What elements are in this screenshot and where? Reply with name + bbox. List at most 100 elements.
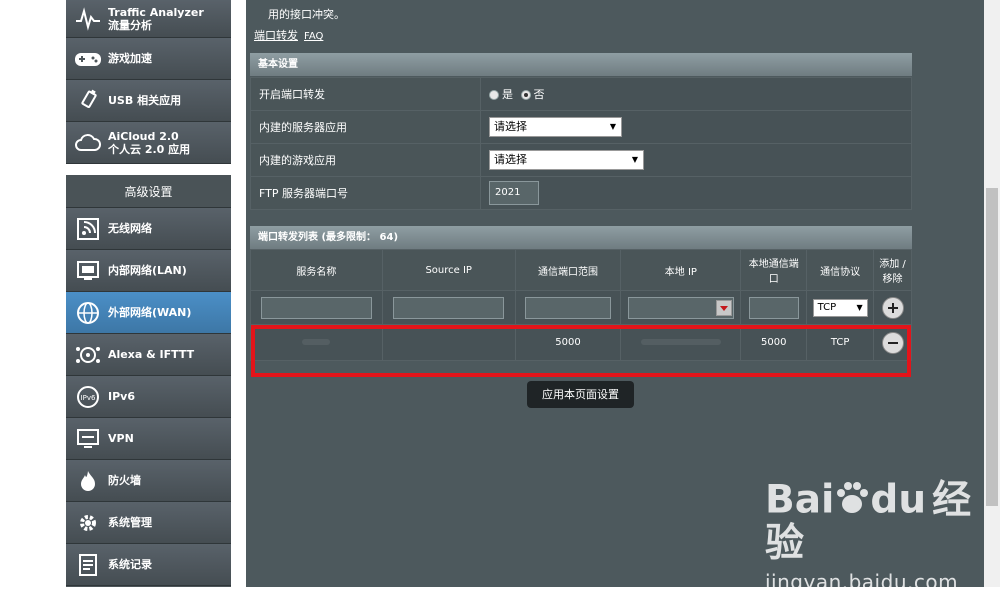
scrollbar-thumb[interactable]: [986, 188, 998, 506]
game-app-label: 内建的游戏应用: [250, 143, 481, 177]
local-port-cell: 5000: [740, 324, 808, 361]
apply-settings-button[interactable]: 应用本页面设置: [527, 381, 634, 408]
menu-item-system-log[interactable]: 系统记录: [66, 544, 231, 586]
general-menu: Traffic Analyzer 流量分析 游戏加速 USB 相关应用 AiCl…: [66, 0, 231, 164]
ftp-port-label: FTP 服务器端口号: [250, 176, 481, 210]
menu-item-vpn[interactable]: VPN: [66, 418, 231, 460]
dropdown-arrow-icon: ▼: [856, 302, 863, 312]
game-app-select[interactable]: 请选择 ▼: [489, 150, 644, 170]
menu-sublabel: 流量分析: [108, 18, 152, 32]
menu-label: VPN: [108, 432, 134, 445]
local-ip-blurred: [640, 339, 721, 345]
list-header-row: 服务名称 Source IP 通信端口范围 本地 IP 本地通信端口 通信协议 …: [250, 249, 912, 291]
menu-label: AiCloud 2.0: [108, 129, 179, 143]
col-local-port: 本地通信端口: [740, 249, 808, 291]
ftp-port-row: FTP 服务器端口号 2021: [250, 176, 912, 210]
menu-item-wan[interactable]: 外部网络(WAN): [66, 292, 231, 334]
intro-text: 用的接口冲突。: [268, 8, 345, 21]
advanced-settings-header: 高级设置: [66, 175, 231, 208]
col-protocol: 通信协议: [806, 249, 875, 291]
col-source-ip: Source IP: [381, 249, 516, 291]
menu-item-firewall[interactable]: 防火墙: [66, 460, 231, 502]
svg-text:IPv6: IPv6: [81, 394, 96, 402]
source-ip-input[interactable]: [393, 296, 505, 319]
menu-item-aicloud[interactable]: AiCloud 2.0 个人云 2.0 应用: [66, 122, 231, 164]
menu-label: 内部网络(LAN): [108, 264, 187, 277]
sidebar: Traffic Analyzer 流量分析 游戏加速 USB 相关应用 AiCl…: [0, 0, 248, 587]
menu-label: 游戏加速: [108, 52, 152, 65]
radio-no-label: 否: [533, 88, 545, 101]
menu-label: 防火墙: [108, 474, 141, 487]
ftp-port-input[interactable]: 2021: [489, 181, 539, 205]
service-name-input[interactable]: [260, 296, 372, 319]
radio-yes-label: 是: [502, 88, 513, 101]
menu-label: Alexa & IFTTT: [108, 348, 195, 361]
menu-item-system-admin[interactable]: 系统管理: [66, 502, 231, 544]
server-app-value: 请选择: [494, 120, 527, 133]
protocol-value: TCP: [817, 301, 837, 313]
port-forwarding-list-table: 服务名称 Source IP 通信端口范围 本地 IP 本地通信端口 通信协议 …: [250, 249, 912, 361]
local-ip-dropdown-icon[interactable]: [715, 299, 732, 316]
menu-item-traffic-analyzer[interactable]: Traffic Analyzer 流量分析: [66, 0, 231, 38]
faq-link-text[interactable]: 端口转发: [254, 29, 298, 42]
new-rule-row: TCP ▼: [250, 290, 912, 325]
menu-item-game-boost[interactable]: 游戏加速: [66, 38, 231, 80]
menu-item-usb[interactable]: USB 相关应用: [66, 80, 231, 122]
menu-label: IPv6: [108, 390, 135, 403]
radio-no-button[interactable]: [520, 90, 531, 100]
col-port-range: 通信端口范围: [514, 249, 622, 291]
table-row: 5000 5000 TCP: [250, 324, 912, 361]
system-admin-icon: [73, 508, 103, 538]
local-ip-combo[interactable]: [627, 296, 734, 319]
port-range-cell: 5000: [514, 324, 622, 361]
dropdown-arrow-icon: ▼: [609, 122, 616, 131]
game-app-value: 请选择: [494, 153, 527, 166]
menu-item-alexa-ifttt[interactable]: Alexa & IFTTT: [66, 334, 231, 376]
protocol-cell: TCP: [806, 324, 875, 361]
port-forwarding-list-header: 端口转发列表 (最多限制： 64): [250, 226, 912, 249]
vpn-icon: [73, 424, 103, 454]
main-panel: 用的接口冲突。 端口转发 FAQ 基本设置 开启端口转发 是 否 内建的服务器应用…: [246, 0, 984, 587]
page-scrollbar[interactable]: [984, 0, 1000, 587]
alexa-ifttt-icon: [73, 340, 103, 370]
menu-item-wireless[interactable]: 无线网络: [66, 208, 231, 250]
basic-settings-header: 基本设置: [250, 53, 912, 76]
menu-item-ipv6[interactable]: IPv6 IPv6: [66, 376, 231, 418]
local-port-input[interactable]: [748, 296, 799, 319]
menu-item-lan[interactable]: 内部网络(LAN): [66, 250, 231, 292]
radio-yes-button[interactable]: [489, 90, 499, 100]
menu-label: USB 相关应用: [108, 94, 182, 107]
menu-label: 无线网络: [108, 222, 152, 235]
port-range-input[interactable]: [525, 296, 612, 319]
gamepad-icon: [73, 44, 103, 74]
system-log-icon: [73, 550, 103, 580]
menu-label: 外部网络(WAN): [108, 306, 192, 319]
wireless-icon: [73, 214, 103, 244]
menu-label: Traffic Analyzer: [108, 5, 204, 19]
radio-no[interactable]: 否: [520, 88, 545, 101]
menu-label: 系统管理: [108, 516, 152, 529]
col-service-name: 服务名称: [250, 249, 383, 291]
radio-yes[interactable]: 是: [489, 88, 513, 101]
source-ip-cell: [381, 324, 516, 361]
game-app-row: 内建的游戏应用 请选择 ▼: [250, 143, 912, 177]
server-app-select[interactable]: 请选择 ▼: [489, 117, 622, 137]
server-app-row: 内建的服务器应用 请选择 ▼: [250, 110, 912, 144]
advanced-menu: 高级设置 无线网络 内部网络(LAN) 外部网络(WAN) Alexa & IF…: [66, 175, 231, 587]
globe-icon: [73, 298, 103, 328]
enable-port-forwarding-row: 开启端口转发 是 否: [250, 77, 912, 111]
minus-icon: [887, 341, 898, 344]
remove-rule-button[interactable]: [881, 331, 904, 354]
protocol-select[interactable]: TCP ▼: [812, 298, 868, 317]
cloud-icon: [73, 128, 103, 158]
firewall-icon: [73, 466, 103, 496]
ipv6-icon: IPv6: [73, 382, 103, 412]
menu-label: 系统记录: [108, 558, 152, 571]
server-app-label: 内建的服务器应用: [250, 110, 481, 144]
faq-link[interactable]: 端口转发 FAQ: [254, 27, 323, 43]
faq-label[interactable]: FAQ: [304, 31, 323, 42]
add-rule-button[interactable]: [881, 296, 904, 319]
dropdown-arrow-icon: ▼: [631, 155, 638, 164]
service-name-blurred: [302, 339, 331, 345]
menu-sublabel: 个人云 2.0 应用: [108, 142, 191, 156]
